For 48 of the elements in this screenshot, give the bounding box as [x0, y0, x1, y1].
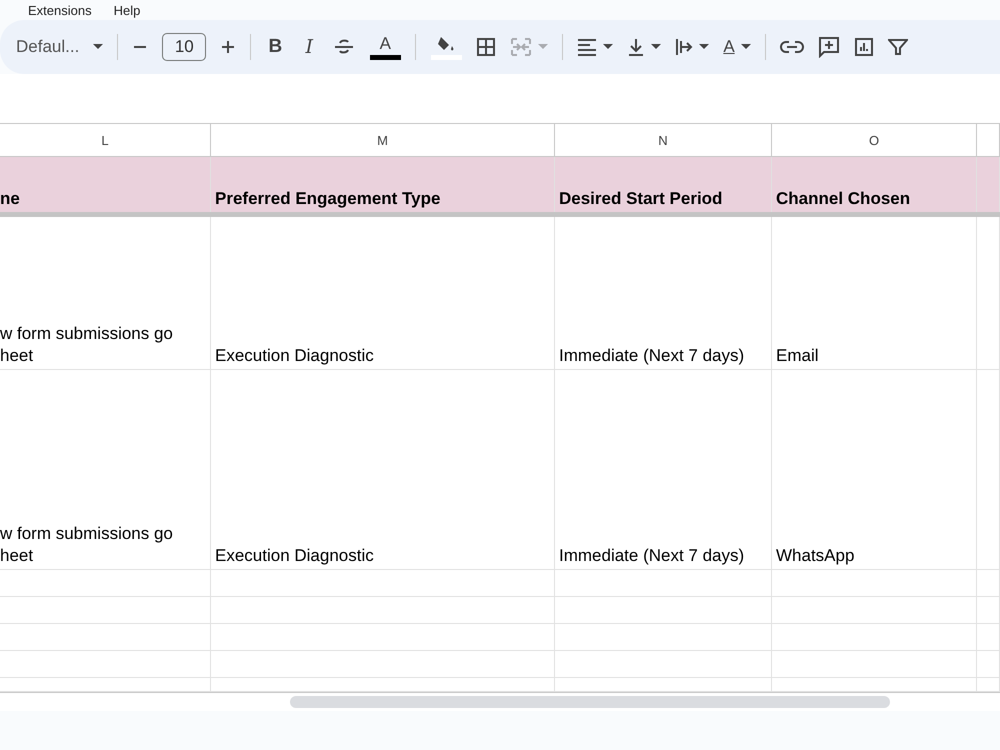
table-cell: Immediate (Next 7 days)	[559, 345, 744, 367]
menu-item[interactable]: Extensions	[28, 2, 92, 18]
caret-icon[interactable]	[93, 44, 104, 50]
caret-icon[interactable]	[651, 44, 662, 50]
rotate-dropdown[interactable]: A	[723, 37, 751, 57]
table-header-cell: Desired Start Period	[559, 189, 722, 209]
table-cell: Immediate (Next 7 days)	[559, 545, 744, 567]
plus-icon[interactable]	[220, 39, 236, 55]
table-header-cell: Preferred Engagement Type	[215, 189, 440, 209]
font-dropdown[interactable]: Defaul...	[16, 37, 104, 57]
font-size-field[interactable]: 10	[162, 33, 206, 61]
table-cell: Execution Diagnostic	[215, 345, 374, 367]
caret-icon[interactable]	[603, 44, 614, 50]
horizontal-scrollbar[interactable]	[290, 696, 890, 708]
align-left-icon[interactable]	[577, 38, 598, 56]
strikethrough-icon[interactable]	[333, 38, 356, 56]
table-cell	[977, 651, 1000, 678]
text-color-button[interactable]: A	[369, 34, 402, 60]
italic-button[interactable]: I	[299, 36, 320, 58]
caret-icon[interactable]	[740, 44, 751, 50]
align-dropdown[interactable]	[577, 38, 614, 56]
table-cell: WhatsApp	[776, 545, 854, 567]
link-icon[interactable]	[780, 40, 804, 54]
wrap-dropdown[interactable]	[675, 38, 710, 56]
vertical-align-dropdown[interactable]	[627, 38, 662, 56]
bold-button[interactable]: B	[265, 36, 286, 58]
table-cell: w form submissions go heet	[0, 523, 173, 567]
table-cell	[977, 624, 1000, 651]
fill-color-button[interactable]	[430, 34, 462, 60]
borders-icon[interactable]	[476, 37, 496, 57]
column-header[interactable]: M	[377, 132, 388, 148]
table-cell: Execution Diagnostic	[215, 545, 374, 567]
caret-icon[interactable]	[699, 44, 710, 50]
text-wrap-icon[interactable]	[675, 38, 694, 56]
table-cell: w form submissions go heet	[0, 323, 173, 367]
comment-icon[interactable]	[818, 36, 840, 58]
table-header-cell: Channel Chosen	[776, 189, 910, 209]
table-cell: Email	[776, 345, 819, 367]
chart-icon[interactable]	[854, 37, 874, 57]
column-header[interactable]: L	[101, 132, 109, 148]
column-header[interactable]: O	[868, 132, 880, 148]
table-header-cell: ne	[0, 189, 20, 209]
table-cell	[977, 597, 1000, 624]
column-header[interactable]: N	[658, 132, 668, 148]
table-cell	[977, 570, 1000, 597]
filter-icon[interactable]	[888, 38, 908, 56]
menu-item[interactable]: Help	[114, 2, 140, 18]
align-bottom-icon[interactable]	[627, 38, 646, 56]
